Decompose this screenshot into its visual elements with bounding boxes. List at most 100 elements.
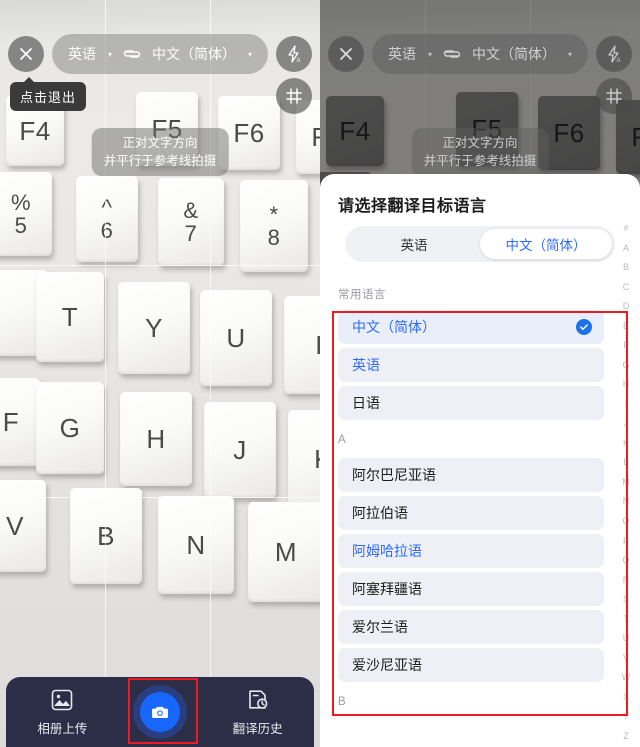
alphabet-index-letter[interactable]: V xyxy=(623,653,629,663)
alphabet-index-letter[interactable]: B xyxy=(623,263,629,272)
translation-history-label: 翻译历史 xyxy=(232,722,283,736)
capture-hint-line-1: 正对文字方向 xyxy=(122,136,198,150)
exit-tooltip: 点击退出 xyxy=(10,77,87,111)
language-list-item-label: 日语 xyxy=(352,395,380,411)
flash-button-dimmed[interactable]: A xyxy=(596,36,632,72)
language-selector-pill[interactable]: 英语 ▾ 中文（简体） ▾ xyxy=(52,34,268,74)
source-language-label[interactable]: 英语 xyxy=(68,44,96,64)
camera-topbar: 英语 ▾ 中文（简体） ▾ A 点击退出 xyxy=(0,0,320,114)
source-language-label-dimmed[interactable]: 英语 xyxy=(388,44,416,64)
alphabet-index-letter[interactable]: K xyxy=(623,438,629,448)
alphabet-index-letter[interactable]: P xyxy=(623,536,629,546)
alphabet-index-letter[interactable]: L xyxy=(623,458,628,467)
source-chevron-down-icon[interactable]: ▾ xyxy=(108,50,112,59)
keyboard-key: ^6 xyxy=(76,176,138,262)
alphabet-index-letter[interactable]: T xyxy=(623,614,629,624)
target-language-label[interactable]: 中文（简体） xyxy=(152,44,236,64)
section-header: 常用语言 xyxy=(338,289,386,301)
keyboard-key: T xyxy=(36,272,104,362)
alphabet-index-letter[interactable]: O xyxy=(622,516,629,526)
capture-hint: 正对文字方向 并平行于参考线拍摄 xyxy=(91,128,229,177)
flash-auto-icon: A xyxy=(608,45,621,64)
language-list-item-label: 阿塞拜疆语 xyxy=(352,581,422,597)
target-chevron-down-icon[interactable]: ▾ xyxy=(248,50,252,59)
keyboard-key: F xyxy=(0,378,40,466)
keyboard-key: J xyxy=(204,402,276,498)
language-list-item[interactable]: 阿塞拜疆语 xyxy=(338,572,604,606)
keyboard-key: N xyxy=(158,496,234,594)
alphabet-index-letter[interactable]: J xyxy=(624,419,629,428)
segment-source-language[interactable]: 英语 xyxy=(348,229,480,259)
language-list-item-label: 阿尔巴尼亚语 xyxy=(352,467,436,483)
keyboard-key: V xyxy=(0,480,46,572)
alphabet-index-letter[interactable]: U xyxy=(623,634,630,643)
alphabet-index-letter[interactable]: G xyxy=(622,360,629,370)
alphabet-index-letter[interactable]: H xyxy=(623,380,630,389)
alphabet-index[interactable]: # A B C D E F G H I J K L M N O P Q R S T U V W X Y Z xyxy=(619,224,633,741)
camera-topbar-dimmed: 英语 ▾ 中文（简体） ▾ A xyxy=(320,0,640,114)
shutter-button[interactable] xyxy=(132,685,187,739)
keyboard-key: M xyxy=(248,502,320,602)
keyboard-key: H xyxy=(120,392,192,486)
capture-hint-line-2-dimmed: 并平行于参考线拍摄 xyxy=(423,154,537,169)
alphabet-index-letter[interactable]: R xyxy=(623,575,630,585)
swap-languages-icon-dimmed[interactable] xyxy=(442,47,462,61)
close-button[interactable] xyxy=(8,36,44,72)
keyboard-key: B xyxy=(70,488,142,584)
album-upload-label: 相册上传 xyxy=(37,722,88,736)
alphabet-index-letter[interactable]: # xyxy=(623,224,628,233)
alphabet-index-letter[interactable]: C xyxy=(623,282,630,292)
capture-hint-line-1-dimmed: 正对文字方向 xyxy=(442,136,518,150)
guide-line-horizontal-2 xyxy=(0,497,320,498)
swap-languages-icon[interactable] xyxy=(122,47,142,61)
alphabet-index-letter[interactable]: D xyxy=(623,302,630,311)
language-list-item-label: 阿姆哈拉语 xyxy=(352,543,422,559)
language-list-item[interactable]: 爱沙尼亚语 xyxy=(338,648,604,682)
language-picker-panel: F4F5F6F7%5^6&7*8TYUIFGHJKVBNM 英语 ▾ xyxy=(320,0,640,747)
language-list-item[interactable]: 英语 xyxy=(338,348,604,382)
language-list-item-label: 英语 xyxy=(352,357,380,373)
close-button-dimmed[interactable] xyxy=(328,36,364,72)
language-list-item-label: 中文（简体） xyxy=(352,319,436,335)
alphabet-index-letter[interactable]: X xyxy=(623,692,629,702)
alphabet-index-letter[interactable]: E xyxy=(623,321,629,331)
target-chevron-down-icon-dimmed[interactable]: ▾ xyxy=(568,50,572,59)
target-language-label-dimmed[interactable]: 中文（简体） xyxy=(472,44,556,64)
flash-button[interactable]: A xyxy=(276,36,312,72)
alphabet-index-letter[interactable]: Z xyxy=(623,731,629,741)
keyboard-key: G xyxy=(36,382,104,474)
source-chevron-down-icon-dimmed[interactable]: ▾ xyxy=(428,50,432,59)
alphabet-index-letter[interactable]: W xyxy=(622,673,631,682)
grid-icon xyxy=(606,88,622,104)
language-list-item[interactable]: 阿拉伯语 xyxy=(338,496,604,530)
grid-toggle-button[interactable] xyxy=(276,78,312,114)
close-icon xyxy=(340,48,352,60)
alphabet-index-letter[interactable]: I xyxy=(625,399,628,409)
alphabet-index-letter[interactable]: Q xyxy=(622,556,629,565)
language-direction-segmented-control[interactable]: 英语 中文（简体） xyxy=(345,226,615,262)
segment-target-language[interactable]: 中文（简体） xyxy=(480,229,612,259)
keyboard-key: I xyxy=(284,296,320,394)
alphabet-index-letter[interactable]: Y xyxy=(623,712,629,721)
camera-viewfinder[interactable]: F4F5F6F7%5^6&7*8TYUIFGHJKVBNM xyxy=(0,0,320,747)
alphabet-index-letter[interactable]: N xyxy=(623,497,630,506)
alphabet-index-letter[interactable]: S xyxy=(623,595,629,604)
keyboard-key: *8 xyxy=(240,180,308,272)
language-list-item-label: 阿拉伯语 xyxy=(352,505,408,521)
keyboard-key: Y xyxy=(118,282,190,374)
shutter-core xyxy=(139,692,180,732)
language-list-item[interactable]: 日语 xyxy=(338,386,604,420)
alphabet-index-letter[interactable]: F xyxy=(623,341,629,350)
translation-history-button[interactable]: 翻译历史 xyxy=(216,687,300,737)
grid-toggle-button-dimmed[interactable] xyxy=(596,78,632,114)
language-selector-pill-dimmed[interactable]: 英语 ▾ 中文（简体） ▾ xyxy=(372,34,588,74)
language-list-item[interactable]: 阿尔巴尼亚语 xyxy=(338,458,604,492)
language-list-item[interactable]: 中文（简体） xyxy=(338,310,604,344)
language-list-item[interactable]: 爱尔兰语 xyxy=(338,610,604,644)
svg-text:A: A xyxy=(297,58,301,64)
album-upload-button[interactable]: 相册上传 xyxy=(20,687,104,737)
language-list-item[interactable]: 阿姆哈拉语 xyxy=(338,534,604,568)
section-header: B xyxy=(338,696,347,708)
alphabet-index-letter[interactable]: A xyxy=(623,243,629,253)
alphabet-index-letter[interactable]: M xyxy=(622,477,630,487)
